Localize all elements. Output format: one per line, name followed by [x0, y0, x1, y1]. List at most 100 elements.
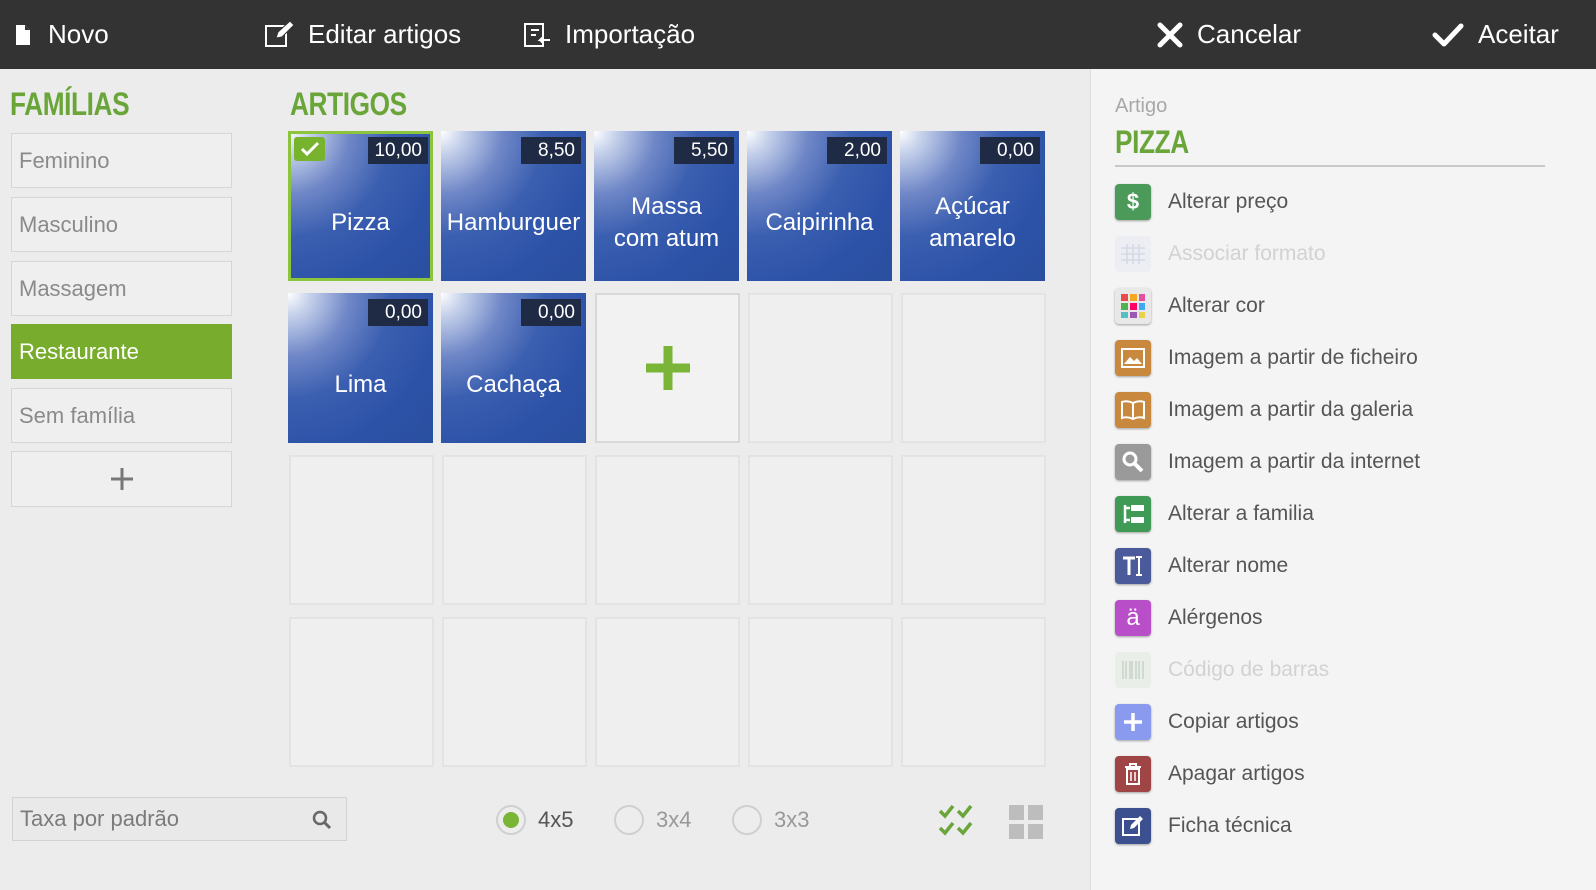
family-item-restaurante[interactable]: Restaurante: [11, 324, 232, 379]
empty-slot[interactable]: [289, 617, 434, 767]
layout-label: 3x4: [656, 807, 692, 832]
empty-slot[interactable]: [442, 617, 587, 767]
action-label: Apagar artigos: [1168, 762, 1305, 785]
empty-slot[interactable]: [289, 455, 434, 605]
accept-button[interactable]: Aceitar: [1432, 0, 1559, 69]
article-tile-massa-com-atum[interactable]: 5,50 Massa com atum: [594, 131, 739, 281]
article-name: Cachaça: [466, 371, 561, 398]
new-document-icon: [16, 24, 30, 45]
cancel-label: Cancelar: [1197, 19, 1302, 49]
dollar-icon: $: [1115, 184, 1151, 220]
image-from-internet-action[interactable]: Imagem a partir da internet: [1115, 442, 1420, 482]
action-label: Alterar nome: [1168, 554, 1289, 577]
close-icon: [1157, 22, 1183, 47]
action-label: Imagem a partir de ficheiro: [1168, 346, 1418, 369]
select-all-icon[interactable]: [938, 802, 974, 843]
action-label: Imagem a partir da galeria: [1168, 398, 1414, 421]
empty-slot[interactable]: [748, 455, 893, 605]
article-tile-lima[interactable]: 0,00 Lima: [288, 293, 433, 443]
plus-icon: [110, 468, 133, 490]
article-name: Caipirinha: [765, 209, 874, 236]
import-button[interactable]: Importação: [523, 0, 695, 69]
image-from-file-action[interactable]: Imagem a partir de ficheiro: [1115, 338, 1418, 378]
tax-value: Taxa por padrão: [20, 806, 179, 831]
grid-view-icon[interactable]: [1009, 805, 1043, 844]
checkmark-icon: [1432, 23, 1464, 46]
radio-selected-icon: [496, 805, 526, 835]
image-file-icon: [1115, 340, 1151, 376]
delete-articles-action[interactable]: Apagar artigos: [1115, 754, 1305, 794]
barcode-action[interactable]: Código de barras: [1115, 650, 1329, 690]
empty-slot[interactable]: [901, 617, 1046, 767]
action-label: Imagem a partir da internet: [1168, 450, 1421, 473]
accept-label: Aceitar: [1478, 19, 1559, 49]
layout-option-4x5[interactable]: 4x5: [496, 805, 573, 835]
add-article-button[interactable]: [595, 293, 740, 443]
article-tile-pizza[interactable]: 10,00 Pizza: [288, 131, 433, 281]
article-tile-acucar-amarelo[interactable]: 0,00 Açúcar amarelo: [900, 131, 1045, 281]
article-tile-cachaca[interactable]: 0,00 Cachaça: [441, 293, 586, 443]
layout-label: 4x5: [538, 807, 574, 832]
family-item-feminino[interactable]: Feminino: [11, 133, 232, 188]
import-label: Importação: [565, 19, 696, 49]
empty-slot[interactable]: [748, 617, 893, 767]
article-price: 0,00: [368, 299, 428, 326]
article-name: Massa com atum: [613, 193, 720, 252]
article-price: 0,00: [980, 137, 1040, 164]
tax-field[interactable]: Taxa por padrão: [12, 797, 347, 841]
detail-article-name: PIZZA: [1115, 124, 1189, 160]
empty-slot[interactable]: [442, 455, 587, 605]
color-palette-icon: [1115, 288, 1151, 324]
new-button[interactable]: Novo: [12, 0, 109, 69]
magnifier-icon: [1115, 444, 1151, 480]
edit-articles-button[interactable]: Editar artigos: [264, 0, 461, 69]
technical-sheet-action[interactable]: Ficha técnica: [1115, 806, 1292, 846]
action-label: Ficha técnica: [1168, 814, 1292, 837]
layout-option-3x4[interactable]: 3x4: [614, 805, 691, 835]
associate-format-action[interactable]: Associar formato: [1115, 234, 1326, 274]
text-cursor-icon: [1115, 548, 1151, 584]
article-price: 8,50: [521, 137, 581, 164]
empty-slot[interactable]: [595, 455, 740, 605]
change-price-action[interactable]: $ Alterar preço: [1115, 182, 1288, 222]
change-name-action[interactable]: Alterar nome: [1115, 546, 1288, 586]
article-name: Lima: [334, 371, 387, 398]
article-name: Hamburguer: [446, 209, 581, 236]
empty-slot[interactable]: [901, 293, 1046, 443]
family-item-massagem[interactable]: Massagem: [11, 261, 232, 316]
image-from-gallery-action[interactable]: Imagem a partir da galeria: [1115, 390, 1413, 430]
cancel-button[interactable]: Cancelar: [1157, 0, 1301, 69]
copy-articles-action[interactable]: Copiar artigos: [1115, 702, 1299, 742]
family-item-sem-familia[interactable]: Sem família: [11, 388, 232, 443]
allergen-icon: ä: [1115, 600, 1151, 636]
article-tile-hamburguer[interactable]: 8,50 Hamburguer: [441, 131, 586, 281]
article-price: 0,00: [521, 299, 581, 326]
new-label: Novo: [48, 19, 109, 49]
action-label: Alterar a familia: [1168, 502, 1314, 525]
change-color-action[interactable]: Alterar cor: [1115, 286, 1265, 326]
layout-option-3x3[interactable]: 3x3: [732, 805, 809, 835]
gallery-book-icon: [1115, 392, 1151, 428]
action-label: Alterar preço: [1168, 190, 1289, 213]
empty-slot[interactable]: [748, 293, 893, 443]
allergens-action[interactable]: ä Alérgenos: [1115, 598, 1263, 638]
action-label: Copiar artigos: [1168, 710, 1299, 733]
empty-slot[interactable]: [901, 455, 1046, 605]
add-family-button[interactable]: [11, 451, 232, 507]
empty-slot[interactable]: [595, 617, 740, 767]
action-label: Alérgenos: [1168, 606, 1263, 629]
top-toolbar: Novo Editar artigos Importação Cancelar …: [0, 0, 1596, 69]
action-label: Código de barras: [1168, 658, 1330, 681]
article-price: 2,00: [827, 137, 887, 164]
article-tile-caipirinha[interactable]: 2,00 Caipirinha: [747, 131, 892, 281]
divider: [1115, 165, 1545, 167]
families-title: FAMÍLIAS: [10, 86, 130, 122]
article-name: Pizza: [331, 209, 390, 236]
import-icon: [524, 22, 550, 47]
radio-unselected-icon: [614, 805, 644, 835]
detail-caption: Artigo: [1115, 95, 1168, 117]
family-item-masculino[interactable]: Masculino: [11, 197, 232, 252]
change-family-action[interactable]: Alterar a familia: [1115, 494, 1314, 534]
search-icon: [312, 810, 332, 830]
barcode-icon: [1115, 652, 1151, 688]
